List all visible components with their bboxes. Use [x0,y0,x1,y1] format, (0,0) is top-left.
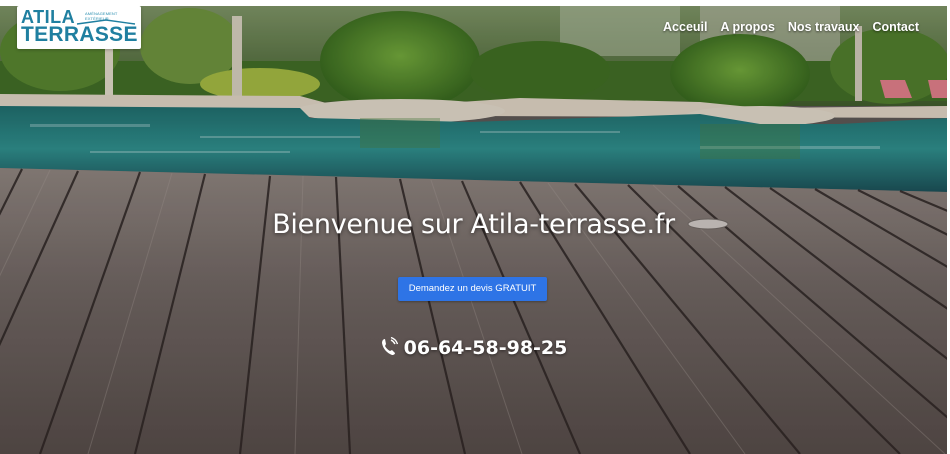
quote-request-button[interactable]: Demandez un devis GRATUIT [398,277,547,301]
nav-item-acceuil[interactable]: Acceuil [663,20,707,34]
phone-number: 06-64-58-98-25 [403,337,568,359]
phone-link[interactable]: 06-64-58-98-25 [0,337,947,359]
hero-section: ATILA AMÉNAGEMENT EXTÉRIEUR TERRASSE Acc… [0,6,947,454]
site-logo[interactable]: ATILA AMÉNAGEMENT EXTÉRIEUR TERRASSE [17,6,141,49]
phone-icon [381,337,398,355]
logo-line2: TERRASSE [21,23,138,46]
nav-item-nos-travaux[interactable]: Nos travaux [788,20,860,34]
main-nav: Acceuil A propos Nos travaux Contact [663,20,919,34]
nav-item-contact[interactable]: Contact [872,20,919,34]
nav-item-a-propos[interactable]: A propos [721,20,775,34]
page: ATILA AMÉNAGEMENT EXTÉRIEUR TERRASSE Acc… [0,0,950,454]
hero-title: Bienvenue sur Atila-terrasse.fr [272,209,675,240]
